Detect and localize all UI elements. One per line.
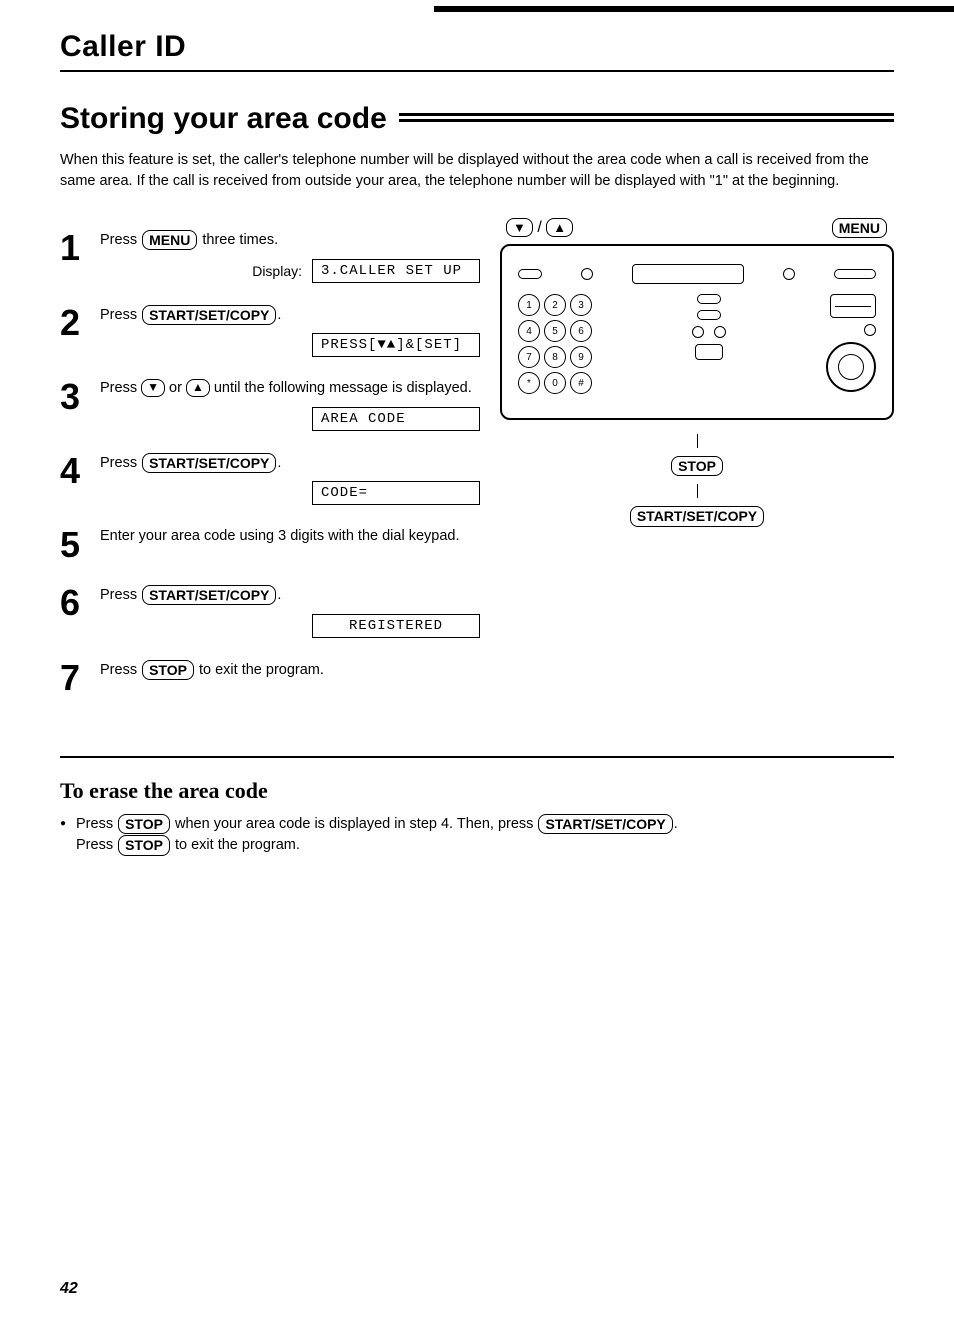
dial-key: 0	[544, 372, 566, 394]
phone-icon	[695, 344, 723, 360]
step-2: 2 Press START/SET/COPY. PRESS[▼▲]&[SET]	[60, 305, 480, 357]
step-6: 6 Press START/SET/COPY. REGISTERED	[60, 585, 480, 637]
dial-key: 2	[544, 294, 566, 316]
device-led-icon	[864, 324, 876, 336]
step-number: 2	[60, 305, 100, 357]
device-led-icon	[581, 268, 593, 280]
jog-dial-icon	[826, 342, 876, 392]
step-4-text: Press START/SET/COPY.	[100, 453, 480, 473]
section-rule	[399, 113, 894, 125]
up-arrow-key: ▲	[186, 379, 210, 397]
dial-key: 1	[518, 294, 540, 316]
connector-line	[697, 434, 698, 448]
start-set-copy-key: START/SET/COPY	[142, 305, 276, 325]
page-content: { "chapter_title": "Caller ID", "section…	[0, 0, 954, 917]
step-number: 7	[60, 660, 100, 696]
dial-key: 9	[570, 346, 592, 368]
step-3: 3 Press ▼ or ▲ until the following messa…	[60, 379, 480, 431]
dial-key: 6	[570, 320, 592, 342]
step-number: 6	[60, 585, 100, 637]
step-2-text: Press START/SET/COPY.	[100, 305, 480, 325]
step-number: 5	[60, 527, 100, 563]
display-label: Display:	[252, 263, 302, 279]
stop-key-label: STOP	[671, 456, 723, 476]
down-arrow-key: ▼	[141, 379, 165, 397]
steps-column: 1 Press MENU three times. Display: 3.CAL…	[60, 218, 480, 718]
stop-key: STOP	[118, 814, 170, 834]
dial-key: 3	[570, 294, 592, 316]
lcd-display: PRESS[▼▲]&[SET]	[312, 333, 480, 357]
section-divider	[60, 756, 894, 758]
device-screen-icon	[632, 264, 744, 284]
dial-key: *	[518, 372, 540, 394]
step-5: 5 Enter your area code using 3 digits wi…	[60, 527, 480, 563]
step-7: 7 Press STOP to exit the program.	[60, 660, 480, 696]
device-illustration: 1 2 3 4 5 6 7 8 9 * 0 #	[500, 244, 894, 420]
down-arrow-key-label: ▼	[506, 218, 533, 237]
section-title: Storing your area code	[60, 102, 387, 136]
section-header-row: Storing your area code	[60, 102, 894, 136]
step-3-text: Press ▼ or ▲ until the following message…	[100, 379, 480, 399]
erase-instructions: Press STOP when your area code is displa…	[60, 814, 894, 858]
start-set-copy-key: START/SET/COPY	[142, 585, 276, 605]
stop-key: STOP	[118, 835, 170, 855]
step-4: 4 Press START/SET/COPY. CODE=	[60, 453, 480, 505]
start-set-copy-key-label: START/SET/COPY	[630, 506, 764, 526]
step-1-text: Press MENU three times.	[100, 230, 480, 250]
device-bottom-labels: STOP START/SET/COPY	[500, 434, 894, 526]
step-1: 1 Press MENU three times. Display: 3.CAL…	[60, 230, 480, 282]
dial-key: 7	[518, 346, 540, 368]
menu-key-label: MENU	[832, 218, 887, 238]
page-number: 42	[60, 1280, 78, 1298]
chapter-title: Caller ID	[60, 30, 894, 72]
device-button-icon	[697, 310, 721, 320]
device-switch-icon	[830, 294, 876, 318]
step-number: 1	[60, 230, 100, 282]
two-column-layout: 1 Press MENU three times. Display: 3.CAL…	[60, 218, 894, 718]
device-led-icon	[692, 326, 704, 338]
dial-key: #	[570, 372, 592, 394]
device-column: ▼ / ▲ MENU 1 2 3	[500, 218, 894, 718]
device-button-icon	[697, 294, 721, 304]
lcd-display: REGISTERED	[312, 614, 480, 638]
erase-subtitle: To erase the area code	[60, 778, 894, 804]
up-arrow-key-label: ▲	[546, 218, 573, 237]
connector-line	[697, 484, 698, 498]
lcd-display: AREA CODE	[312, 407, 480, 431]
step-number: 3	[60, 379, 100, 431]
device-led-icon	[783, 268, 795, 280]
dial-key: 4	[518, 320, 540, 342]
step-7-text: Press STOP to exit the program.	[100, 660, 480, 680]
device-button-icon	[518, 269, 542, 279]
dial-key: 5	[544, 320, 566, 342]
dial-key: 8	[544, 346, 566, 368]
device-handset-icon	[834, 269, 876, 279]
stop-key: STOP	[142, 660, 194, 680]
lcd-display: CODE=	[312, 481, 480, 505]
step-5-text: Enter your area code using 3 digits with…	[100, 527, 480, 547]
device-top-labels: ▼ / ▲ MENU	[506, 218, 888, 238]
intro-paragraph: When this feature is set, the caller's t…	[60, 150, 894, 192]
dial-keypad: 1 2 3 4 5 6 7 8 9 * 0 #	[518, 294, 592, 394]
step-6-text: Press START/SET/COPY.	[100, 585, 480, 605]
start-set-copy-key: START/SET/COPY	[142, 453, 276, 473]
top-black-bar	[434, 6, 954, 12]
start-set-copy-key: START/SET/COPY	[538, 814, 672, 834]
lcd-display: 3.CALLER SET UP	[312, 259, 480, 283]
device-led-icon	[714, 326, 726, 338]
step-number: 4	[60, 453, 100, 505]
menu-key: MENU	[142, 230, 197, 250]
